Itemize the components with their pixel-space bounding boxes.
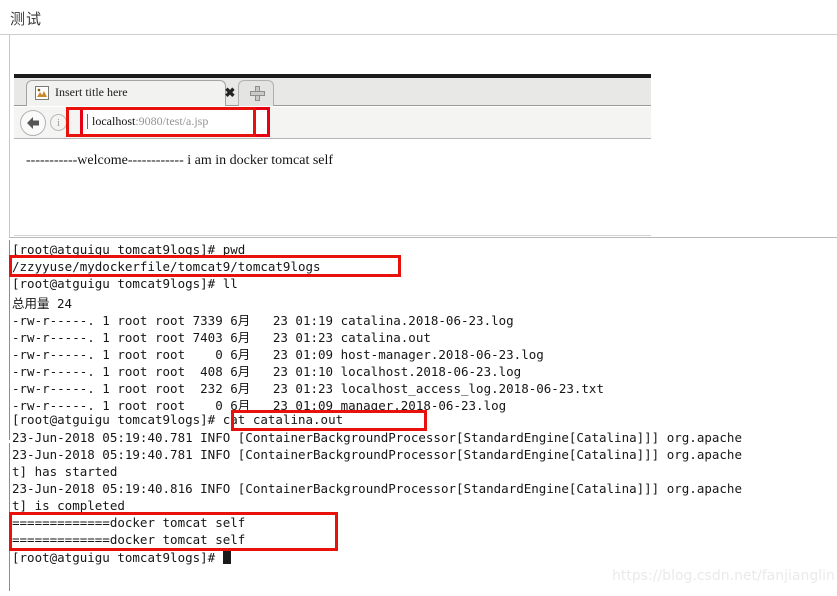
info-icon[interactable]: i	[50, 114, 67, 131]
browser-viewport: -----------welcome------------ i am in d…	[14, 140, 651, 236]
terminal-prompt-line: [root@atguigu tomcat9logs]#	[12, 550, 231, 565]
url-path: :9080/test/a.jsp	[135, 114, 209, 128]
block-cursor-icon	[222, 551, 231, 564]
plus-icon	[250, 86, 265, 101]
image-icon	[35, 86, 49, 100]
terminal-line: =============docker tomcat self	[12, 515, 246, 530]
new-tab-button[interactable]	[238, 80, 274, 106]
terminal-line: [root@atguigu tomcat9logs]# ll	[12, 276, 238, 291]
terminal-line: 23-Jun-2018 05:19:40.816 INFO [Container…	[12, 481, 742, 496]
terminal-line: [root@atguigu tomcat9logs]# pwd	[12, 242, 246, 257]
url-text-caret	[87, 114, 88, 129]
browser-tabstrip: Insert title here ✖	[14, 78, 651, 106]
url-text: localhost:9080/test/a.jsp	[92, 114, 208, 129]
terminal-left-border-top	[9, 240, 10, 440]
terminal-line: /zzyyuse/mydockerfile/tomcat9/tomcat9log…	[12, 259, 321, 274]
terminal-line: 23-Jun-2018 05:19:40.781 INFO [Container…	[12, 447, 742, 462]
terminal-line: t] is completed	[12, 498, 125, 513]
terminal-line: 23-Jun-2018 05:19:40.781 INFO [Container…	[12, 430, 742, 445]
browser-window: Insert title here ✖ i localhost:9080/tes…	[14, 74, 651, 236]
terminal-window[interactable]: [root@atguigu tomcat9logs]# pwd /zzyyuse…	[0, 240, 837, 596]
section-divider	[9, 237, 837, 238]
back-arrow-icon	[27, 117, 39, 129]
terminal-line: =============docker tomcat self	[12, 532, 246, 547]
back-button[interactable]	[20, 110, 46, 136]
terminal-line: [root@atguigu tomcat9logs]# cat catalina…	[12, 412, 344, 427]
terminal-left-border-bottom	[9, 443, 10, 591]
close-icon[interactable]: ✖	[223, 86, 237, 100]
browser-navigation-bar: i localhost:9080/test/a.jsp	[14, 107, 651, 139]
page-title: 测试	[10, 10, 43, 28]
terminal-prompt: [root@atguigu tomcat9logs]#	[12, 550, 223, 565]
terminal-line: t] has started	[12, 464, 118, 479]
browser-tab[interactable]: Insert title here ✖	[26, 80, 235, 106]
page-header: 测试	[0, 0, 837, 35]
browser-tab-title: Insert title here	[55, 85, 128, 99]
watermark: https://blog.csdn.net/fanjianglin	[612, 568, 835, 584]
page-content-text: -----------welcome------------ i am in d…	[26, 153, 334, 168]
left-vertical-rule	[9, 35, 10, 238]
url-host: localhost	[92, 114, 136, 128]
